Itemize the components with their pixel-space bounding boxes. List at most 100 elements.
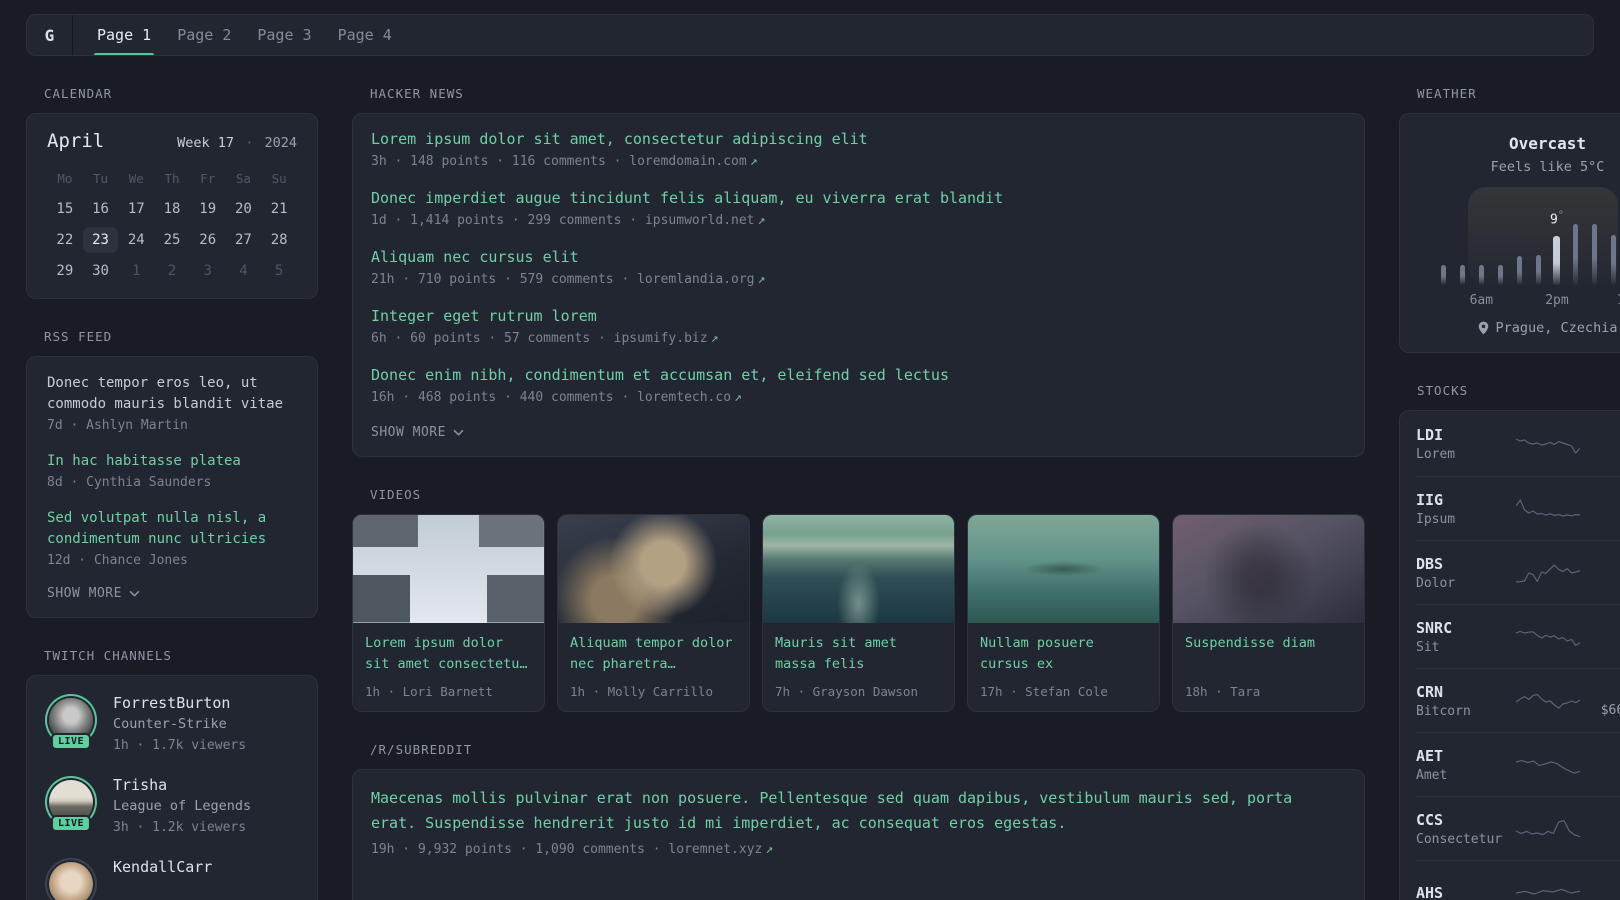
twitch-channel-info: ForrestBurton Counter-Strike 1h · 1.7k vie… (113, 694, 246, 754)
stock-sparkline (1515, 693, 1580, 709)
subreddit-widget: /R/SUBREDDIT Maecenas mollis pulvinar er… (352, 742, 1365, 900)
hackernews-section-title: HACKER NEWS (370, 86, 464, 101)
video-title[interactable]: Nullam posuere cursus ex (980, 633, 1147, 675)
twitch-channel-game: League of Legends (113, 798, 252, 814)
video-thumbnail (353, 515, 544, 623)
tab-label: Page 4 (337, 26, 392, 44)
twitch-channel-row[interactable]: LIVE Trisha League of Legends 3h · 1.2k vie… (45, 776, 299, 836)
calendar-day: 22 (56, 232, 74, 248)
hackernews-item-stats: 21h · 710 points · 579 comments · (371, 272, 638, 287)
stock-values: -1.00% $66,171.48 (1580, 684, 1620, 718)
rss-item-title[interactable]: Sed volutpat nulla nisl, a condimentum n… (47, 508, 297, 550)
stock-row-crn[interactable]: CRN Bitcorn -1.00% $66,171.48 (1416, 668, 1620, 732)
calendar-header: April Week 17 · 2024 (47, 130, 297, 152)
tab-page-4[interactable]: Page 4 (337, 15, 393, 55)
stock-sparkline-wrap (1515, 688, 1580, 714)
center-column: HACKER NEWS Lorem ipsum dolor sit amet, … (352, 86, 1365, 900)
video-card-body: Aliquam tempor dolor nec pharetra… 1h · M… (558, 623, 749, 711)
calendar-day: 26 (199, 232, 217, 248)
video-card[interactable]: Nullam posuere cursus ex 17h · Stefan Col… (967, 514, 1160, 712)
hackernews-item-domain-link[interactable]: loremdomain.com (629, 154, 746, 169)
calendar-day: 21 (270, 201, 288, 217)
hackernews-item-title[interactable]: Aliquam nec cursus elit (371, 248, 1346, 267)
hackernews-item-domain-link[interactable]: loremtech.co (637, 390, 731, 405)
weather-bar (1611, 235, 1617, 285)
time-axis-label: 6am (1469, 293, 1494, 308)
stock-name: Bitcorn (1416, 703, 1471, 719)
stock-row-ahs[interactable]: AHS +0.46% (1416, 860, 1620, 900)
stock-ticker: SNRC (1416, 618, 1453, 637)
app-logo[interactable]: G (27, 15, 73, 55)
stock-sparkline-wrap (1515, 880, 1580, 900)
tab-page-2[interactable]: Page 2 (176, 15, 232, 55)
video-title[interactable]: Aliquam tempor dolor nec pharetra… (570, 633, 737, 675)
tab-page-1[interactable]: Page 1 (93, 15, 155, 55)
rss-show-more-button[interactable]: SHOW MORE (47, 586, 297, 601)
tab-page-3[interactable]: Page 3 (256, 15, 312, 55)
video-thumbnail (558, 515, 749, 623)
video-card[interactable]: Lorem ipsum dolor sit amet consectetu… 1h… (352, 514, 545, 712)
top-navigation: G Page 1 Page 2 Page 3 Page 4 (26, 14, 1594, 56)
calendar-day-header: Su (271, 171, 287, 186)
video-thumbnail (968, 515, 1159, 623)
stock-values: +2.84% $42.04 (1580, 492, 1620, 526)
stock-row-ldi[interactable]: LDI Lorem +4.35% $795.18 (1416, 412, 1620, 476)
calendar-section-title: CALENDAR (44, 86, 113, 101)
video-title[interactable]: Mauris sit amet massa felis (775, 633, 942, 675)
video-card[interactable]: Suspendisse diam 18h · Tara (1172, 514, 1365, 712)
rss-item-meta: 8d · Cynthia Saunders (47, 475, 212, 490)
calendar-day: 4 (239, 263, 248, 279)
subreddit-post-title[interactable]: Maecenas mollis pulvinar erat non posuer… (371, 786, 1346, 836)
stock-row-dbs[interactable]: DBS Dolor +1.42% $156.28 (1416, 540, 1620, 604)
calendar-week: Week 17 (177, 135, 235, 151)
stock-name: Consectetur (1416, 831, 1503, 847)
time-axis-slot (1459, 291, 1466, 308)
hackernews-card: Lorem ipsum dolor sit amet, consectetur … (352, 113, 1365, 457)
stock-id: IIG Ipsum (1416, 491, 1516, 527)
avatar (49, 862, 93, 900)
subreddit-post-domain-link[interactable]: loremnet.xyz (668, 842, 762, 857)
twitch-avatar-wrap: LIVE (45, 776, 97, 832)
calendar-day: 16 (92, 201, 109, 217)
subreddit-post-stats: 19h · 9,932 points · 1,090 comments · (371, 842, 669, 857)
calendar-day: 25 (163, 232, 181, 248)
hackernews-item-title[interactable]: Donec enim nibh, condimentum et accumsan… (371, 366, 1346, 385)
video-title[interactable]: Lorem ipsum dolor sit amet consectetu… (365, 633, 532, 675)
rss-item: Sed volutpat nulla nisl, a condimentum n… (47, 508, 297, 568)
stock-values: +4.35% $795.18 (1580, 427, 1620, 461)
stock-sparkline-wrap (1515, 496, 1580, 522)
twitch-channel-info: KendallCarr (113, 858, 212, 876)
hackernews-item-title[interactable]: Donec imperdiet augue tincidunt felis al… (371, 189, 1346, 208)
calendar-day: 18 (163, 201, 181, 217)
rss-card: Donec tempor eros leo, ut commodo mauris… (26, 356, 318, 618)
rss-item-title[interactable]: In hac habitasse platea (47, 451, 297, 472)
stock-row-aet[interactable]: AET Amet +0.92% $499.72 (1416, 732, 1620, 796)
rss-item-title[interactable]: Donec tempor eros leo, ut commodo mauris… (47, 373, 297, 415)
video-card[interactable]: Aliquam tempor dolor nec pharetra… 1h · M… (557, 514, 750, 712)
twitch-channel-row[interactable]: KendallCarr (45, 858, 299, 900)
stock-id: AHS (1416, 884, 1516, 900)
hackernews-item: Integer eget rutrum lorem 6h · 60 points … (371, 307, 1346, 347)
video-title[interactable]: Suspendisse diam (1185, 633, 1352, 675)
hackernews-item-domain-link[interactable]: ipsumworld.net (645, 213, 755, 228)
twitch-channel-row[interactable]: LIVE ForrestBurton Counter-Strike 1h · 1.7k… (45, 694, 299, 754)
weather-bar (1535, 255, 1541, 285)
weather-widget: WEATHER Overcast Feels like 5°C 9° 6am 2p… (1399, 86, 1620, 353)
tab-label: Page 1 (97, 26, 152, 44)
stock-row-iig[interactable]: IIG Ipsum +2.84% $42.04 (1416, 476, 1620, 540)
twitch-channel-name: Trisha (113, 776, 168, 794)
rss-section-title: RSS FEED (44, 329, 113, 344)
hackernews-item-title[interactable]: Lorem ipsum dolor sit amet, consectetur … (371, 130, 1346, 149)
stock-row-snrc[interactable]: SNRC Sit +1.36% $148.64 (1416, 604, 1620, 668)
weather-bar-slot (1459, 193, 1466, 285)
stock-price: $42.04 (1580, 511, 1620, 526)
hackernews-show-more-button[interactable]: SHOW MORE (371, 425, 1346, 440)
hackernews-item-domain-link[interactable]: loremlandia.org (637, 272, 754, 287)
stock-row-ccs[interactable]: CCS Consectetur +0.51% $165.84 (1416, 796, 1620, 860)
hackernews-item: Donec enim nibh, condimentum et accumsan… (371, 366, 1346, 406)
video-card[interactable]: Mauris sit amet massa felis 7h · Grayson … (762, 514, 955, 712)
hackernews-item-domain-link[interactable]: ipsumify.biz (614, 331, 708, 346)
twitch-widget: TWITCH CHANNELS LIVE ForrestBurton Counter… (26, 648, 318, 900)
hackernews-item-title[interactable]: Integer eget rutrum lorem (371, 307, 1346, 326)
video-meta: 17h · Stefan Cole (980, 684, 1108, 699)
